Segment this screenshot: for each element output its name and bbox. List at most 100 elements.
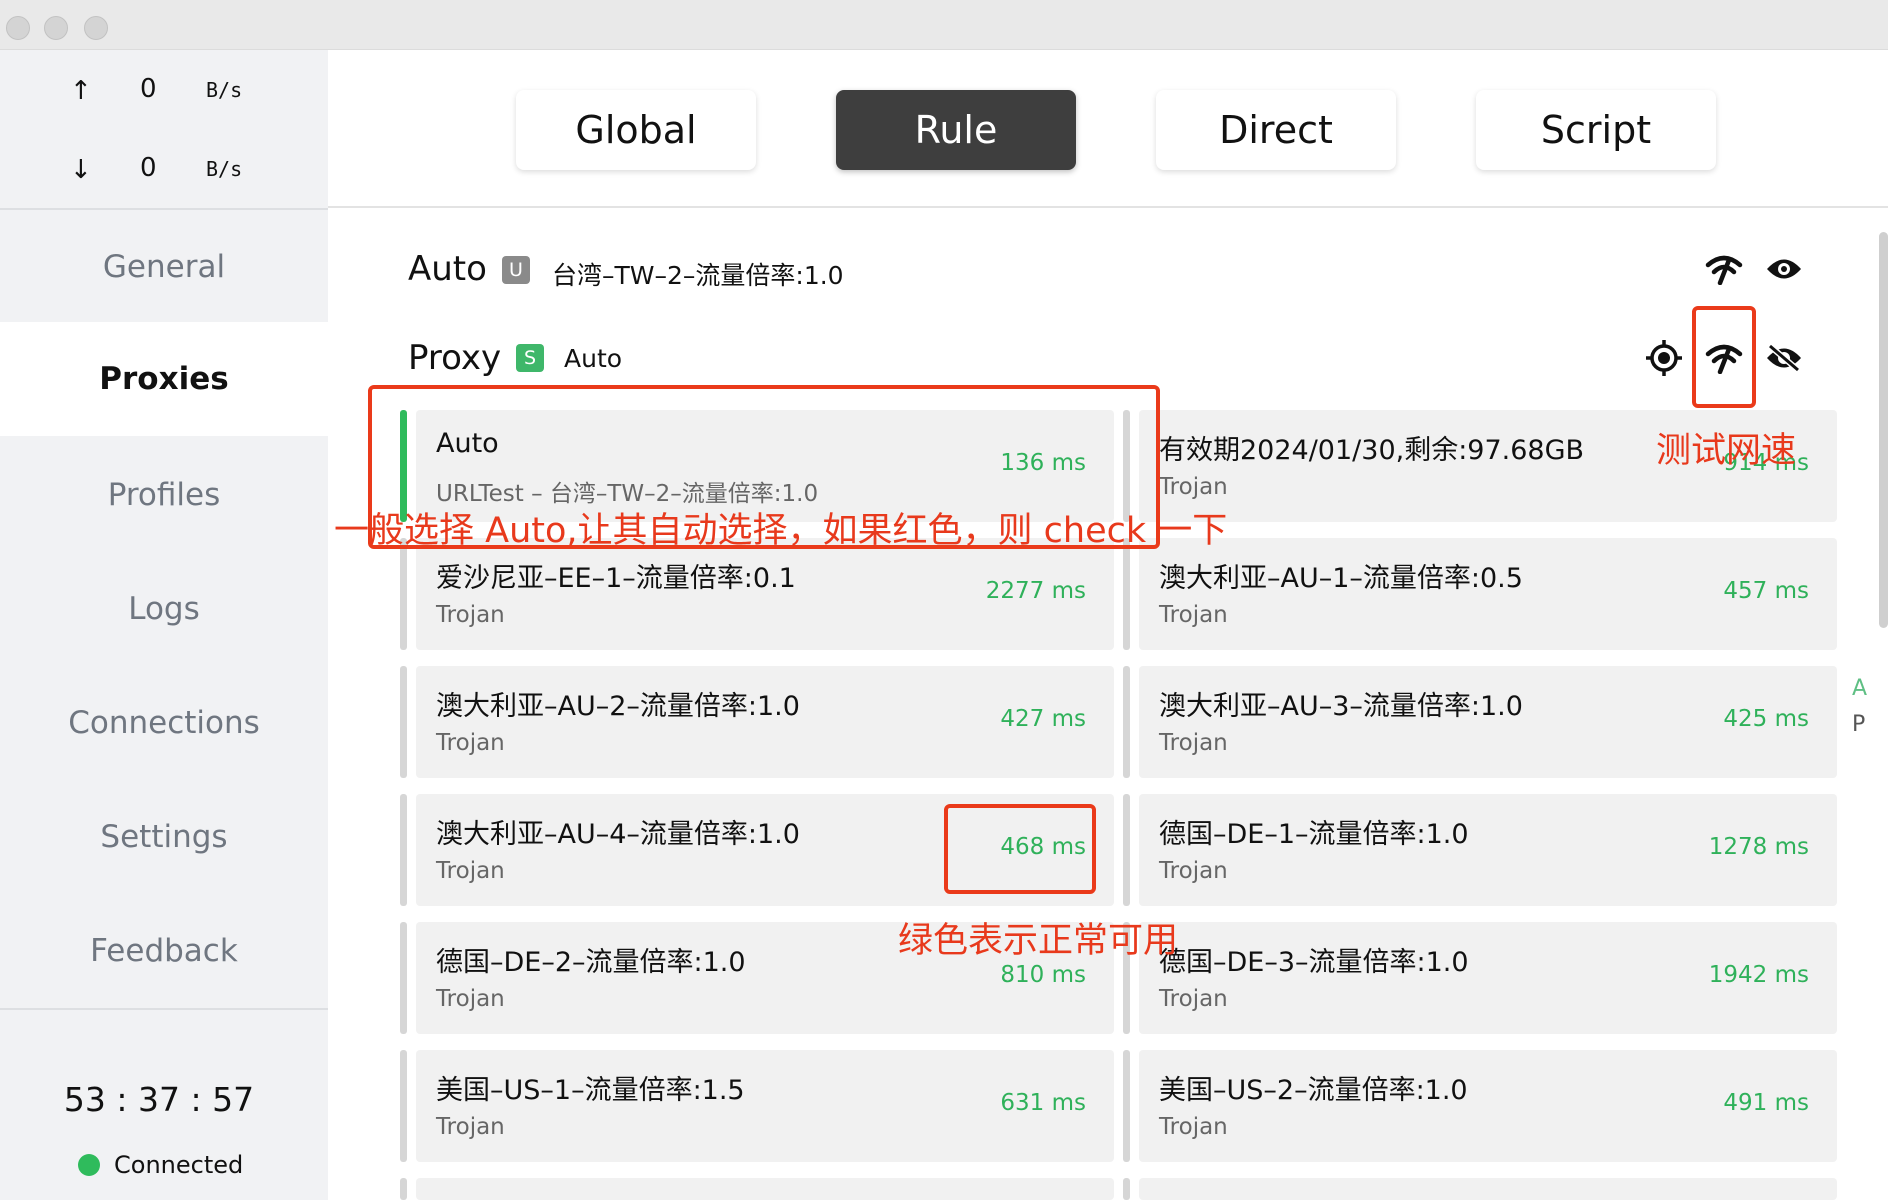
proxy-type: Trojan	[1159, 858, 1228, 884]
proxy-delay: 2277 ms	[985, 578, 1086, 604]
card-indicator	[400, 666, 407, 778]
proxy-delay: 457 ms	[1723, 578, 1809, 604]
card-indicator	[1123, 1178, 1130, 1200]
proxy-delay: 631 ms	[1000, 1090, 1086, 1116]
card-indicator	[400, 922, 407, 1034]
sidebar: ↑ 0 B/s ↓ 0 B/s General Proxies Profiles…	[0, 50, 328, 1200]
proxy-delay: 491 ms	[1723, 1090, 1809, 1116]
card-indicator	[1123, 794, 1130, 906]
upload-value: 0	[140, 74, 157, 104]
proxy-card[interactable]	[400, 1178, 1114, 1200]
proxy-delay: 810 ms	[1000, 962, 1086, 988]
group-proxy-current: Auto	[564, 344, 623, 373]
mode-script-button[interactable]: Script	[1476, 90, 1716, 170]
annotation-auto-hint: 一般选择 Auto,让其自动选择，如果红色，则 check 一下	[334, 511, 1228, 551]
proxy-type: Trojan	[1159, 602, 1228, 628]
proxy-type: Trojan	[436, 986, 505, 1012]
proxy-card[interactable]: 爱沙尼亚–EE–1–流量倍率:0.1 Trojan 2277 ms	[400, 538, 1114, 650]
group-type-badge: U	[502, 256, 530, 284]
card-indicator	[400, 1050, 407, 1162]
group-auto-title[interactable]: Auto	[408, 249, 487, 289]
upload-unit: B/s	[206, 78, 243, 102]
download-arrow-icon: ↓	[70, 155, 92, 185]
proxy-name: 澳大利亚–AU–4–流量倍率:1.0	[436, 819, 800, 850]
proxy-type: Trojan	[436, 602, 505, 628]
close-window-button[interactable]	[6, 16, 30, 40]
upload-arrow-icon: ↑	[70, 76, 92, 106]
proxy-name: 德国–DE–1–流量倍率:1.0	[1159, 819, 1469, 850]
mode-global-button[interactable]: Global	[516, 90, 756, 170]
sidebar-item-general[interactable]: General	[0, 210, 328, 324]
download-unit: B/s	[206, 157, 243, 181]
proxy-type: Trojan	[1159, 474, 1228, 500]
proxy-type: Trojan	[436, 858, 505, 884]
proxy-name: 美国–US–1–流量倍率:1.5	[436, 1075, 745, 1106]
index-letter-p[interactable]: P	[1852, 712, 1865, 737]
scrollbar[interactable]	[1879, 232, 1888, 628]
annotation-green-hint: 绿色表示正常可用	[898, 921, 1179, 961]
proxy-name: 爱沙尼亚–EE–1–流量倍率:0.1	[436, 563, 796, 594]
connection-status-label: Connected	[114, 1151, 244, 1179]
card-indicator	[1123, 1050, 1130, 1162]
status-dot-icon	[78, 1154, 100, 1176]
sidebar-divider	[0, 1008, 328, 1010]
proxy-delay: 1942 ms	[1708, 962, 1809, 988]
sidebar-item-logs[interactable]: Logs	[0, 552, 328, 666]
proxy-name: 澳大利亚–AU–3–流量倍率:1.0	[1159, 691, 1523, 722]
title-bar	[0, 0, 1888, 50]
eye-off-icon[interactable]	[1764, 338, 1804, 378]
upload-speed: ↑ 0 B/s	[0, 70, 328, 110]
sidebar-item-feedback[interactable]: Feedback	[0, 894, 328, 1008]
proxy-delay: 425 ms	[1723, 706, 1809, 732]
download-speed: ↓ 0 B/s	[0, 149, 328, 189]
proxy-type: Trojan	[1159, 730, 1228, 756]
proxy-card[interactable]: 德国–DE–1–流量倍率:1.0 Trojan 1278 ms	[1123, 794, 1837, 906]
proxy-type: Trojan	[436, 730, 505, 756]
card-indicator	[400, 538, 407, 650]
traffic-monitor: ↑ 0 B/s ↓ 0 B/s	[0, 50, 328, 208]
proxy-card[interactable]	[1123, 1178, 1837, 1200]
proxy-card[interactable]: 德国–DE–3–流量倍率:1.0 Trojan 1942 ms	[1123, 922, 1837, 1034]
proxy-card[interactable]: 美国–US–2–流量倍率:1.0 Trojan 491 ms	[1123, 1050, 1837, 1162]
minimize-window-button[interactable]	[44, 16, 68, 40]
mode-switcher: Global Rule Direct Script	[328, 50, 1888, 208]
proxy-delay: 427 ms	[1000, 706, 1086, 732]
proxy-card[interactable]: 澳大利亚–AU–1–流量倍率:0.5 Trojan 457 ms	[1123, 538, 1837, 650]
index-letter-a[interactable]: A	[1852, 676, 1867, 701]
card-indicator	[400, 1178, 407, 1200]
card-indicator	[1123, 538, 1130, 650]
annotation-box-speedtest	[1692, 306, 1756, 408]
proxy-name: 澳大利亚–AU–2–流量倍率:1.0	[436, 691, 800, 722]
proxy-name: 德国–DE–2–流量倍率:1.0	[436, 947, 746, 978]
proxy-type: Trojan	[1159, 1114, 1228, 1140]
eye-icon[interactable]	[1764, 249, 1804, 289]
clash-window: ↑ 0 B/s ↓ 0 B/s General Proxies Profiles…	[0, 0, 1888, 1200]
proxy-name: 澳大利亚–AU–1–流量倍率:0.5	[1159, 563, 1523, 594]
sidebar-item-settings[interactable]: Settings	[0, 780, 328, 894]
group-type-badge: S	[516, 344, 544, 372]
sidebar-item-connections[interactable]: Connections	[0, 666, 328, 780]
proxy-name: 有效期2024/01/30,剩余:97.68GB	[1159, 435, 1585, 466]
sidebar-item-profiles[interactable]: Profiles	[0, 438, 328, 552]
mode-direct-button[interactable]: Direct	[1156, 90, 1396, 170]
mode-rule-button[interactable]: Rule	[836, 90, 1076, 170]
proxy-name: 美国–US–2–流量倍率:1.0	[1159, 1075, 1468, 1106]
proxy-delay: 1278 ms	[1708, 834, 1809, 860]
proxy-card[interactable]: 美国–US–1–流量倍率:1.5 Trojan 631 ms	[400, 1050, 1114, 1162]
proxy-card[interactable]: 澳大利亚–AU–2–流量倍率:1.0 Trojan 427 ms	[400, 666, 1114, 778]
uptime-timer: 53 : 37 : 57	[63, 1080, 255, 1119]
locate-icon[interactable]	[1644, 338, 1684, 378]
group-auto-current: 台湾–TW–2–流量倍率:1.0	[552, 261, 844, 290]
connection-status: Connected	[78, 1150, 243, 1180]
speedtest-icon[interactable]	[1704, 249, 1744, 289]
card-indicator	[1123, 666, 1130, 778]
annotation-box-delay	[944, 804, 1096, 894]
proxy-type: Trojan	[436, 1114, 505, 1140]
proxy-type: Trojan	[1159, 986, 1228, 1012]
sidebar-item-proxies[interactable]: Proxies	[0, 322, 328, 436]
group-proxy-title[interactable]: Proxy	[408, 338, 501, 378]
zoom-window-button[interactable]	[84, 16, 108, 40]
proxy-card[interactable]: 澳大利亚–AU–3–流量倍率:1.0 Trojan 425 ms	[1123, 666, 1837, 778]
proxy-name: 德国–DE–3–流量倍率:1.0	[1159, 947, 1469, 978]
annotation-speedtest: 测试网速	[1656, 431, 1797, 471]
